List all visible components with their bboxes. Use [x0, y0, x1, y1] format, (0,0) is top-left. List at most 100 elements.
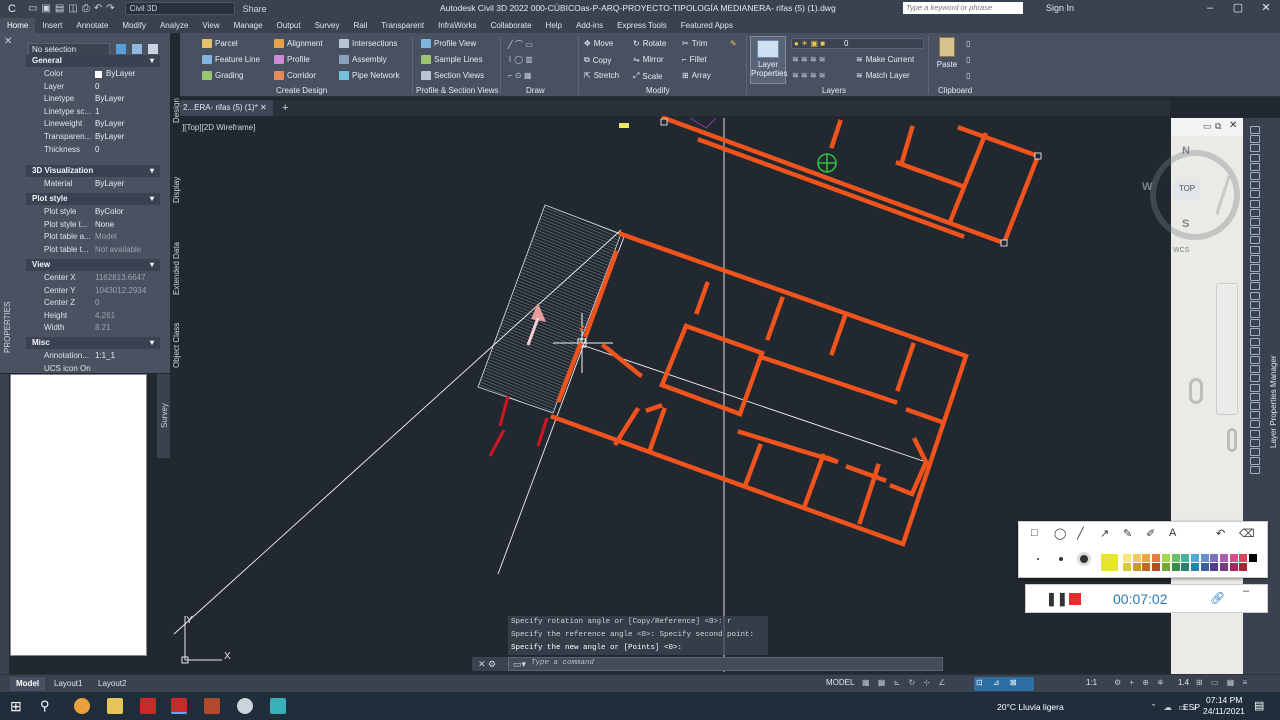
drafting-aids-icons[interactable]: ▦ ▦ ⊾ ↻ ⊹ ∠: [862, 678, 949, 687]
property-row[interactable]: Plot style t... None: [26, 219, 160, 231]
sign-in-button[interactable]: Sign In: [1046, 3, 1074, 13]
property-row[interactable]: Plot table a... Model: [26, 231, 160, 243]
tool-palette-icon[interactable]: [1250, 337, 1260, 346]
close-tab-icon[interactable]: ✕: [260, 100, 267, 116]
new-tab-icon[interactable]: +: [282, 100, 288, 116]
scale-button[interactable]: ⤢ Scale: [633, 71, 662, 81]
pen-tool-icon[interactable]: ✎: [1123, 527, 1132, 540]
color-swatch[interactable]: [1200, 554, 1209, 562]
viewcube-west[interactable]: W: [1142, 181, 1152, 193]
tool-palette-icon[interactable]: [1250, 411, 1260, 420]
collapse-icon[interactable]: ▾: [150, 193, 154, 205]
line-tool-icon[interactable]: ╱ ⌒ ▭: [508, 39, 533, 50]
plot-icon[interactable]: ⎙: [82, 3, 90, 14]
close-icon[interactable]: ✕: [1252, 0, 1280, 17]
ribbon-tab-rail[interactable]: Rail: [346, 18, 374, 33]
section-views-button[interactable]: Section Views: [421, 71, 484, 80]
tool-palette-icon[interactable]: [1250, 291, 1260, 300]
collapse-icon[interactable]: ▾: [150, 55, 154, 67]
color-swatch[interactable]: [1152, 554, 1161, 562]
wcs-menu[interactable]: WCS: [1173, 247, 1189, 254]
tool-palette-icon[interactable]: [1250, 218, 1260, 226]
color-swatch[interactable]: [1210, 563, 1219, 571]
search-input[interactable]: Type a keyword or phrase: [903, 2, 1023, 14]
color-swatch[interactable]: [1190, 554, 1199, 562]
quick-select-icon[interactable]: [116, 44, 126, 54]
color-swatch[interactable]: [1123, 554, 1131, 562]
tool-palette-icon[interactable]: [1250, 245, 1260, 254]
parcel-button[interactable]: Parcel: [202, 39, 238, 48]
grading-button[interactable]: Grading: [202, 71, 243, 80]
tool-palette-icon[interactable]: [1250, 356, 1260, 364]
color-swatch[interactable]: [1229, 563, 1238, 571]
property-row[interactable]: Lineweight ByLayer: [26, 118, 160, 130]
section-header-misc[interactable]: Misc ▾: [26, 337, 160, 349]
draw-panel-label[interactable]: Draw: [526, 86, 545, 95]
color-swatch[interactable]: [1132, 563, 1141, 571]
paste-button[interactable]: Paste: [934, 37, 960, 77]
color-swatch[interactable]: [1132, 554, 1141, 562]
annotation-scale[interactable]: 1:1: [1086, 678, 1097, 687]
layers-panel-label[interactable]: Layers: [822, 86, 846, 95]
tool-palette-icon[interactable]: [1250, 135, 1260, 144]
rotate-button[interactable]: ↻ Rotate: [633, 39, 666, 48]
search-icon[interactable]: ⚲: [40, 698, 56, 714]
maximize-icon[interactable]: ▢: [1224, 0, 1252, 17]
viewcube-north[interactable]: N: [1182, 145, 1190, 157]
color-swatch[interactable]: [1181, 554, 1190, 562]
color-swatch[interactable]: [1142, 554, 1151, 562]
tool-palette-icon[interactable]: [1250, 144, 1260, 153]
ribbon-tab-survey[interactable]: Survey: [308, 18, 347, 33]
property-row[interactable]: UCS icon On: [26, 363, 160, 375]
text-tool-icon[interactable]: A: [1169, 527, 1176, 539]
command-input[interactable]: ▭▾ Type a command: [508, 657, 943, 671]
collapse-icon[interactable]: ▾: [150, 165, 154, 177]
ribbon-tab-transparent[interactable]: Transparent: [374, 18, 431, 33]
tree-symbol[interactable]: [817, 153, 837, 173]
ribbon-tab-annotate[interactable]: Annotate: [69, 18, 115, 33]
tool-palette-icon[interactable]: [1250, 383, 1260, 392]
language-indicator[interactable]: ESP: [1183, 702, 1200, 712]
rectangle-tool-icon[interactable]: □: [1031, 527, 1038, 539]
tool-palette-icon[interactable]: [1250, 300, 1260, 309]
corridor-button[interactable]: Corridor: [274, 71, 316, 80]
undo-annotation-icon[interactable]: ↶: [1216, 527, 1225, 540]
ribbon-tab-analyze[interactable]: Analyze: [153, 18, 195, 33]
make-current-button[interactable]: ≋ Make Current: [856, 55, 914, 64]
selected-color-swatch[interactable]: [1101, 554, 1118, 571]
property-row[interactable]: Center Z 0: [26, 297, 160, 309]
tool-palette-icon[interactable]: [1250, 126, 1260, 134]
color-swatch[interactable]: [1190, 563, 1199, 571]
ribbon-tab-view[interactable]: View: [195, 18, 226, 33]
color-swatch[interactable]: [1123, 563, 1131, 571]
tool-palette-icon[interactable]: [1250, 374, 1260, 383]
clipboard-panel-label[interactable]: Clipboard: [938, 86, 972, 95]
move-button[interactable]: ✥ Move: [584, 39, 613, 48]
close-palette-icon[interactable]: ✕: [4, 36, 12, 47]
layout2-tab[interactable]: Layout2: [92, 677, 132, 691]
property-row[interactable]: Linetype ByLayer: [26, 93, 160, 105]
tool-palette-icon[interactable]: [1250, 254, 1260, 263]
link-icon[interactable]: 🔗︎: [1210, 591, 1225, 605]
color-swatch[interactable]: [1152, 563, 1161, 571]
erase-icon[interactable]: ✎: [730, 39, 737, 48]
ribbon-tab-insert[interactable]: Insert: [35, 18, 69, 33]
color-swatch[interactable]: [1249, 563, 1258, 571]
feature-line-button[interactable]: Feature Line: [202, 55, 260, 64]
ribbon-tab-add-ins[interactable]: Add-ins: [569, 18, 610, 33]
ribbon-tab-featured-apps[interactable]: Featured Apps: [674, 18, 740, 33]
weather-widget[interactable]: 20°C Lluvia ligera: [997, 702, 1064, 712]
ribbon-tab-collaborate[interactable]: Collaborate: [484, 18, 539, 33]
open-icon[interactable]: ▭: [28, 3, 37, 14]
minimize-recorder-icon[interactable]: –: [1243, 585, 1249, 597]
tool-palette-icon[interactable]: [1250, 346, 1260, 355]
tool-palette-icon[interactable]: [1250, 273, 1260, 282]
clock-time[interactable]: 07:14 PM: [1206, 695, 1242, 705]
model-space-button[interactable]: MODEL: [826, 678, 854, 687]
property-row[interactable]: Layer 0: [26, 81, 160, 93]
tool-palette-icon[interactable]: [1250, 236, 1260, 245]
app-logo-icon[interactable]: C: [0, 0, 24, 17]
viewport-label[interactable]: ][Top][2D Wireframe]: [182, 123, 255, 132]
model-tab[interactable]: Model: [10, 677, 46, 691]
redo-icon[interactable]: ↷: [106, 3, 114, 14]
